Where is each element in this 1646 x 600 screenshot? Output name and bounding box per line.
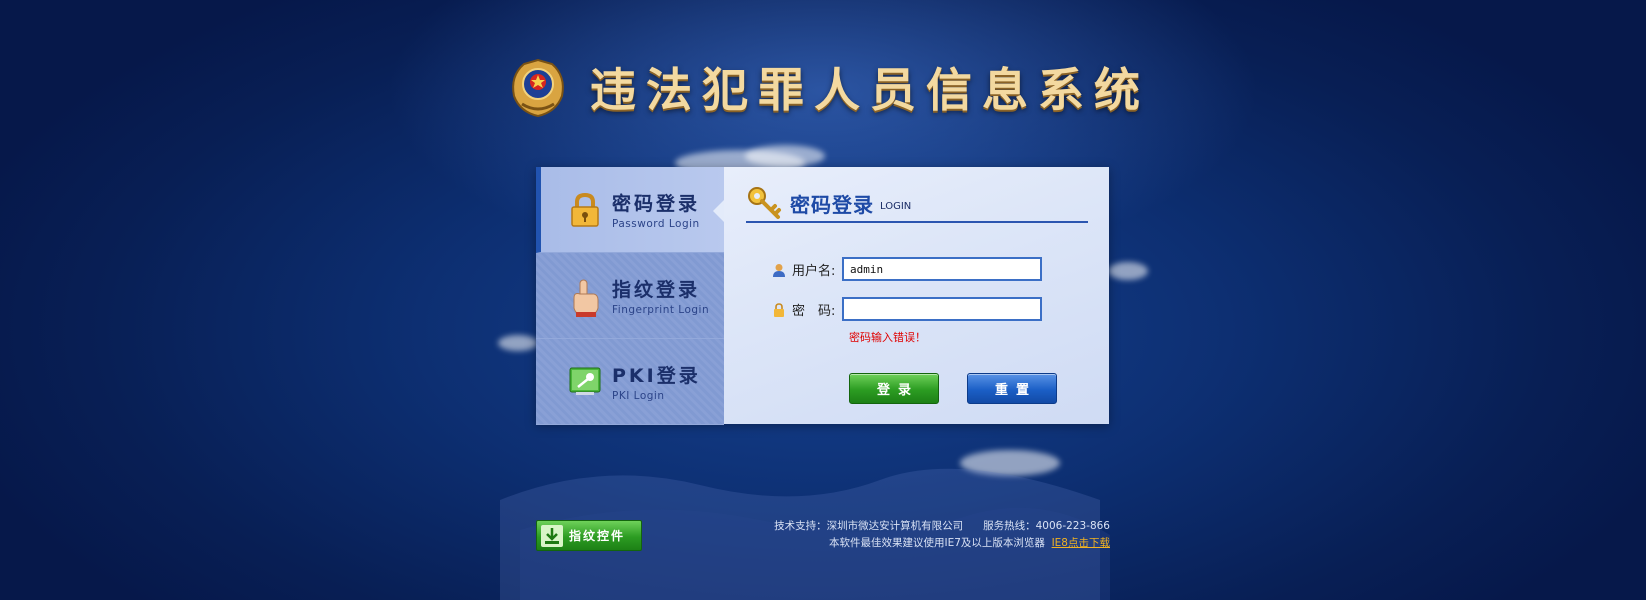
cloud-decoration: [1108, 262, 1148, 280]
header: 违法犯罪人员信息系统: [508, 52, 1150, 122]
username-input[interactable]: [842, 257, 1042, 281]
password-row: 密 码:: [772, 297, 1042, 321]
lock-icon: [772, 302, 786, 317]
sidebar-item-label: 指纹登录: [612, 279, 701, 301]
footer-line-1: 技术支持：深圳市微达安计算机有限公司 服务热线：4006-223-866: [774, 518, 1110, 535]
form-heading: 密码登录 LOGIN: [746, 185, 1088, 223]
sidebar-item-fingerprint-login[interactable]: 指纹登录 Fingerprint Login: [536, 253, 724, 339]
police-emblem-icon: [508, 56, 568, 118]
cloud-decoration: [745, 145, 825, 167]
login-button[interactable]: 登录: [849, 373, 939, 404]
login-method-sidebar: 密码登录 Password Login 指纹登录 Fingerprint Log…: [536, 167, 724, 425]
sidebar-item-pki-login[interactable]: PKI登录 PKI Login: [536, 339, 724, 425]
sidebar-item-label: PKI登录: [612, 365, 701, 387]
pointing-hand-icon: [568, 278, 602, 317]
user-icon: [772, 262, 786, 277]
sidebar-item-password-login[interactable]: 密码登录 Password Login: [536, 167, 724, 253]
password-input[interactable]: [842, 297, 1042, 321]
username-row: 用户名:: [772, 257, 1042, 281]
login-panel: 密码登录 Password Login 指纹登录 Fingerprint Log…: [536, 167, 1109, 425]
fingerprint-control-button[interactable]: 指纹控件: [536, 520, 642, 551]
sidebar-item-sublabel: Fingerprint Login: [612, 304, 710, 316]
footer-info: 技术支持：深圳市微达安计算机有限公司 服务热线：4006-223-866 本软件…: [774, 518, 1110, 552]
form-title: 密码登录: [790, 192, 874, 217]
key-icon: [746, 185, 782, 221]
footer-line-2: 本软件最佳效果建议使用IE7及以上版本浏览器 IE8点击下载: [774, 535, 1110, 552]
active-tab-pointer: [713, 200, 724, 222]
sidebar-item-sublabel: PKI Login: [612, 390, 665, 402]
username-label: 用户名:: [792, 263, 836, 279]
fingerprint-control-label: 指纹控件: [569, 529, 626, 543]
padlock-icon: [568, 192, 602, 228]
login-form: 密码登录 LOGIN 用户名: 密 码: 密码输入错误！ 登录 重置: [724, 167, 1109, 424]
support-text: 技术支持：深圳市微达安计算机有限公司: [774, 520, 964, 532]
sidebar-item-label: 密码登录: [612, 193, 701, 215]
error-message: 密码输入错误！: [849, 331, 926, 344]
browser-note: 本软件最佳效果建议使用IE7及以上版本浏览器: [828, 537, 1045, 549]
ie8-download-link[interactable]: IE8点击下载: [1052, 537, 1110, 549]
password-label: 密 码:: [792, 303, 836, 319]
page-title: 违法犯罪人员信息系统: [590, 63, 1150, 117]
sidebar-item-sublabel: Password Login: [612, 218, 700, 230]
reset-button[interactable]: 重置: [967, 373, 1057, 404]
hotline-text: 服务热线：4006-223-866: [983, 520, 1110, 532]
pki-key-icon: [568, 364, 602, 400]
download-icon: [541, 524, 563, 547]
cloud-decoration: [498, 335, 538, 351]
form-title-en: LOGIN: [880, 200, 912, 212]
